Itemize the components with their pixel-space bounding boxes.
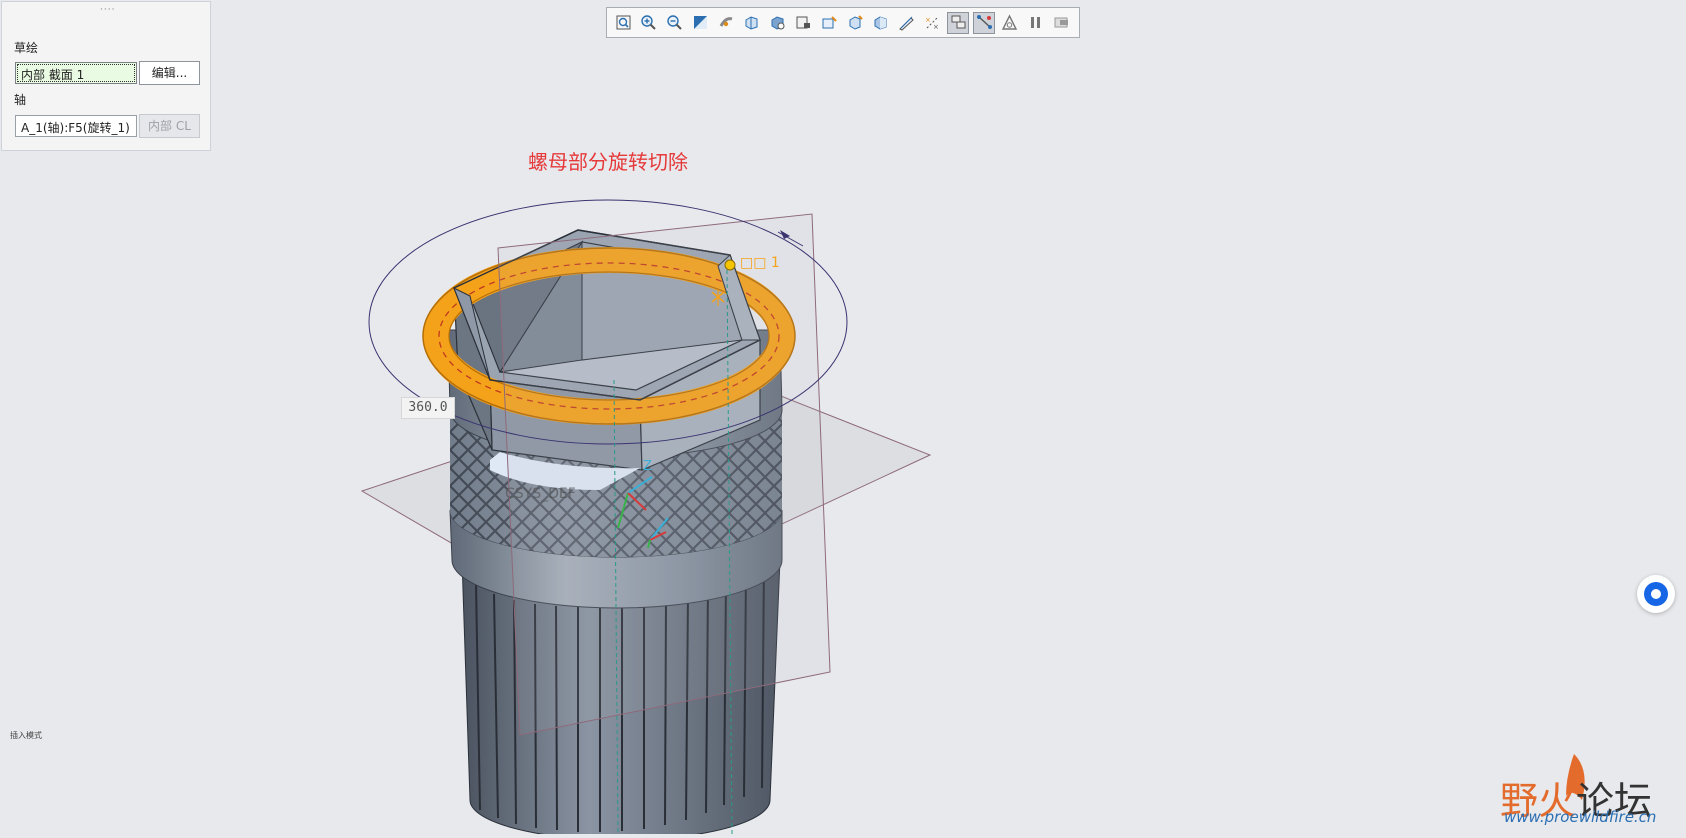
datum-plane-front: [497, 213, 831, 736]
pause-icon[interactable]: [1025, 12, 1047, 34]
annotation-caption: 螺母部分旋转切除: [528, 150, 688, 174]
sketch-view-icon[interactable]: [818, 12, 840, 34]
datum-axis-on-icon[interactable]: [973, 11, 996, 34]
panel-grip[interactable]: ····: [100, 5, 115, 15]
edit-button[interactable]: 编辑...: [139, 61, 200, 85]
axis-collector[interactable]: A_1(轴):F5(旋转_1): [15, 115, 137, 137]
display-style-icon[interactable]: [767, 12, 789, 34]
saved-orientations-icon[interactable]: [741, 12, 763, 34]
section-label: □□ 1: [740, 255, 780, 271]
status-bar-text: 插入模式: [10, 731, 42, 740]
angle-dimension[interactable]: 360.0: [401, 397, 455, 419]
watermark-url: www.proewildfire.cn: [1504, 808, 1657, 826]
spin-center-icon[interactable]: [715, 12, 737, 34]
svg-text:×: ×: [925, 16, 931, 24]
zoom-out-icon[interactable]: [664, 12, 686, 34]
datum-plane-on-icon[interactable]: [947, 11, 970, 34]
revolve-dashboard-panel: ···· 草绘 内部 截面 1 编辑... 轴 A_1(轴):F5(旋转_1) …: [1, 1, 211, 151]
csys-label: CSYS_DEF: [505, 486, 576, 502]
axis-label: 轴: [14, 93, 27, 107]
view-manager-icon[interactable]: [793, 12, 815, 34]
assistant-button[interactable]: [1637, 575, 1675, 613]
svg-text:×: ×: [933, 23, 939, 31]
assistant-icon: [1644, 582, 1668, 606]
preview-icon[interactable]: [999, 12, 1021, 34]
model-viewport[interactable]: 螺母部分旋转切除 360.0 □□ 1 CSYS_DEF Z: [0, 0, 1686, 838]
model-graphics: [360, 199, 1585, 838]
refit-icon[interactable]: [612, 12, 634, 34]
sketch-collector[interactable]: 内部 截面 1: [15, 62, 137, 84]
annotation-display-icon[interactable]: [844, 12, 866, 34]
datum-display-icon[interactable]: × ×: [922, 12, 944, 34]
finish-icon[interactable]: [1051, 12, 1073, 34]
sketch-label: 草绘: [14, 41, 39, 55]
section-icon[interactable]: [870, 12, 892, 34]
appearance-icon[interactable]: [896, 12, 918, 34]
zoom-in-icon[interactable]: [638, 12, 660, 34]
repaint-icon[interactable]: [689, 12, 711, 34]
internal-cl-button[interactable]: 内部 CL: [139, 114, 200, 138]
graphics-toolbar: × ×: [606, 7, 1080, 38]
z-axis-label: Z: [643, 459, 652, 474]
